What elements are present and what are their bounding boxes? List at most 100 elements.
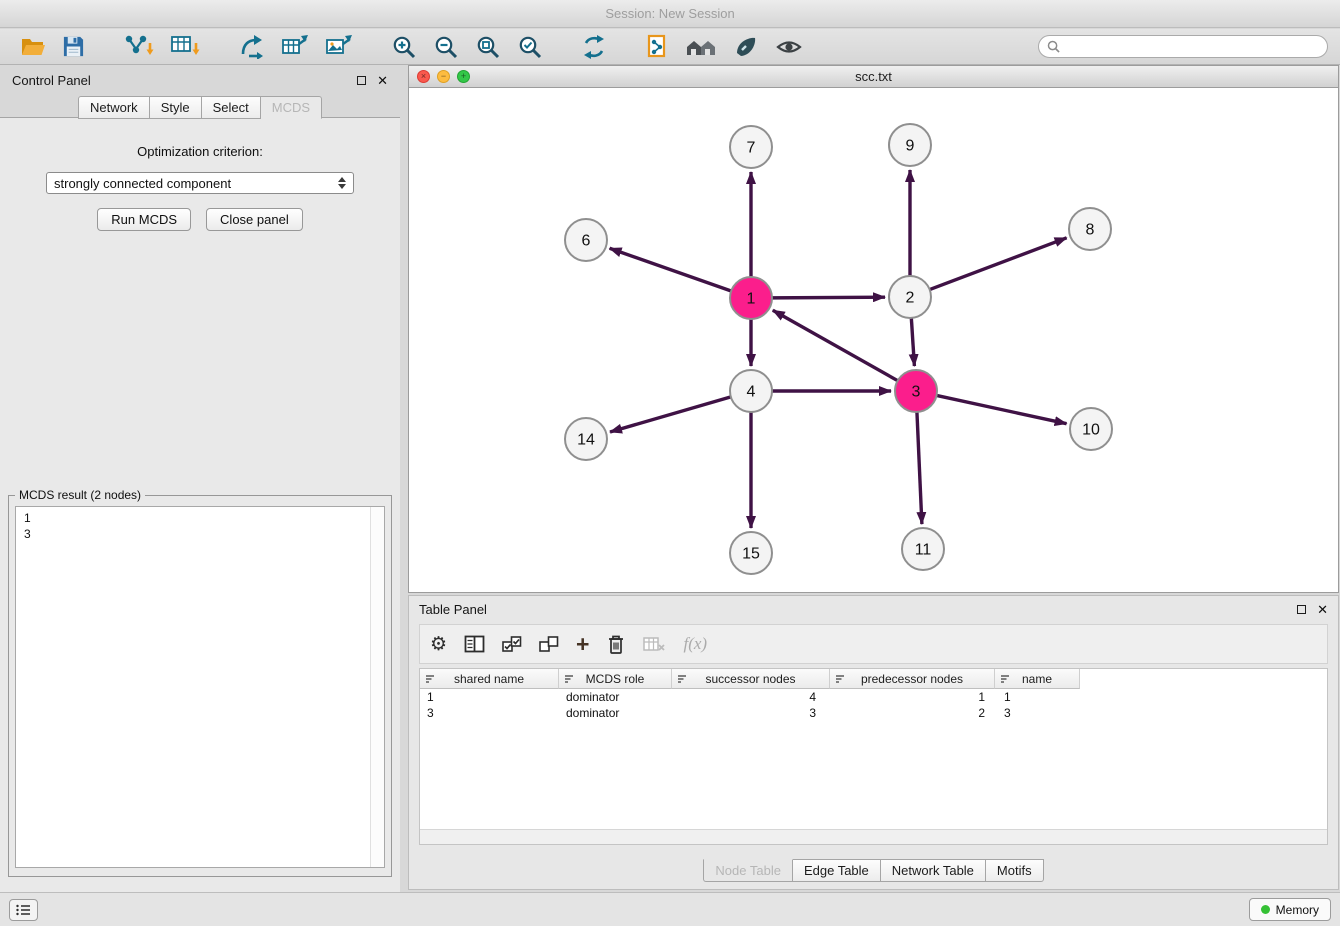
node-table: shared name MCDS role successor nodes pr… [419, 668, 1328, 845]
column-header-shared-name[interactable]: shared name [420, 669, 559, 689]
show-columns-button[interactable] [464, 635, 485, 653]
list-icon [16, 904, 31, 916]
tab-node-table[interactable]: Node Table [703, 859, 793, 882]
close-panel-icon[interactable]: ✕ [377, 74, 388, 87]
network-canvas[interactable]: 7 9 6 8 1 2 4 3 14 10 15 11 [409, 88, 1338, 592]
float-table-panel-icon[interactable] [1297, 605, 1306, 614]
tab-edge-table[interactable]: Edge Table [793, 859, 881, 882]
save-session-button[interactable] [58, 31, 89, 63]
graph-node-6[interactable]: 6 [565, 219, 607, 261]
create-column-button[interactable]: + [576, 633, 589, 656]
run-mcds-button[interactable]: Run MCDS [97, 208, 191, 231]
first-neighbors-button[interactable] [681, 31, 721, 63]
graph-node-11[interactable]: 11 [902, 528, 944, 570]
svg-text:14: 14 [577, 432, 595, 449]
graph-edge-3-10[interactable] [937, 395, 1067, 423]
trash-icon [606, 634, 626, 655]
zoom-out-button[interactable] [429, 31, 463, 63]
graph-node-10[interactable]: 10 [1070, 408, 1112, 450]
table-row[interactable]: 1 dominator 4 1 1 [420, 689, 1327, 705]
task-history-button[interactable] [9, 899, 38, 921]
window-title: Session: New Session [605, 6, 734, 21]
table-settings-button[interactable]: ⚙ [430, 635, 447, 654]
graph-node-14[interactable]: 14 [565, 418, 607, 460]
zoom-selected-button[interactable] [513, 31, 547, 63]
memory-button[interactable]: Memory [1249, 898, 1331, 921]
svg-text:4: 4 [747, 384, 756, 401]
control-panel-title: Control Panel [12, 73, 91, 88]
graph-edge-1-2[interactable] [772, 297, 885, 298]
graph-node-8[interactable]: 8 [1069, 208, 1111, 250]
mcds-result-text[interactable]: 1 3 [15, 506, 385, 868]
select-all-columns-button[interactable] [502, 636, 522, 653]
zoom-selected-icon [517, 34, 543, 60]
column-sort-icon [1000, 674, 1010, 684]
import-table-button[interactable] [166, 31, 205, 63]
dropdown-chevrons-icon [338, 177, 346, 189]
graph-node-9[interactable]: 9 [889, 124, 931, 166]
graph-edge-3-11[interactable] [917, 412, 922, 524]
close-panel-button[interactable]: Close panel [206, 208, 303, 231]
table-horizontal-scrollbar[interactable] [420, 829, 1327, 844]
graph-node-7[interactable]: 7 [730, 126, 772, 168]
result-scrollbar[interactable] [370, 507, 384, 867]
tab-style[interactable]: Style [150, 96, 202, 119]
column-sort-icon [425, 674, 435, 684]
column-header-successor-nodes[interactable]: successor nodes [672, 669, 830, 689]
open-folder-icon [20, 35, 46, 59]
graph-node-3[interactable]: 3 [895, 370, 937, 412]
table-toolbar: ⚙ + [419, 624, 1328, 664]
mcds-panel-content: Optimization criterion: strongly connect… [0, 117, 400, 892]
graph-edge-2-8[interactable] [930, 238, 1067, 290]
import-network-button[interactable] [119, 31, 158, 63]
column-header-predecessor-nodes[interactable]: predecessor nodes [830, 669, 995, 689]
tab-mcds[interactable]: MCDS [261, 96, 322, 119]
deselect-all-columns-button[interactable] [539, 636, 559, 653]
tab-network-table[interactable]: Network Table [881, 859, 986, 882]
function-builder-button[interactable]: f(x) [683, 634, 707, 654]
export-table-button[interactable] [277, 31, 313, 63]
window-zoom-button[interactable]: + [457, 70, 470, 83]
zoom-out-icon [433, 34, 459, 60]
graph-node-15[interactable]: 15 [730, 532, 772, 574]
tab-network[interactable]: Network [78, 96, 150, 119]
delete-table-button[interactable] [643, 636, 666, 652]
export-network-button[interactable] [235, 31, 269, 63]
column-header-name[interactable]: name [995, 669, 1080, 689]
tab-motifs[interactable]: Motifs [986, 859, 1044, 882]
graph-node-2[interactable]: 2 [889, 276, 931, 318]
graph-edge-4-14[interactable] [610, 397, 731, 432]
graph-edge-3-1[interactable] [773, 310, 898, 380]
column-header-mcds-role[interactable]: MCDS role [559, 669, 672, 689]
dropdown-selected-value: strongly connected component [54, 176, 231, 191]
apply-layout-button[interactable] [577, 31, 611, 63]
search-box[interactable] [1038, 35, 1328, 58]
graph-node-1[interactable]: 1 [730, 277, 772, 319]
graph-edge-2-3[interactable] [911, 318, 914, 366]
export-image-button[interactable] [321, 31, 357, 63]
optimization-criterion-label: Optimization criterion: [0, 144, 400, 159]
graph-node-4[interactable]: 4 [730, 370, 772, 412]
zoom-fit-button[interactable] [471, 31, 505, 63]
delete-table-icon [643, 636, 666, 652]
open-session-button[interactable] [16, 31, 50, 63]
graph-edge-1-6[interactable] [610, 248, 732, 291]
close-table-panel-icon[interactable]: ✕ [1317, 603, 1328, 616]
network-view-titlebar[interactable]: × − + scc.txt [409, 66, 1338, 88]
float-panel-icon[interactable] [357, 76, 366, 85]
zoom-in-button[interactable] [387, 31, 421, 63]
copy-network-button[interactable] [641, 31, 673, 63]
table-row[interactable]: 3 dominator 3 2 3 [420, 705, 1327, 721]
style-paint-button[interactable] [729, 31, 763, 63]
table-panel: Table Panel ✕ ⚙ [408, 595, 1339, 890]
tab-select[interactable]: Select [202, 96, 261, 119]
select-all-icon [502, 636, 522, 653]
optimization-criterion-select[interactable]: strongly connected component [46, 172, 354, 194]
copy-network-icon [645, 34, 669, 60]
window-minimize-button[interactable]: − [437, 70, 450, 83]
network-view-window: × − + scc.txt 7 9 6 8 1 2 4 3 14 10 15 11 [408, 65, 1339, 593]
window-close-button[interactable]: × [417, 70, 430, 83]
search-input[interactable] [1065, 38, 1319, 55]
delete-column-button[interactable] [606, 634, 626, 655]
graphics-details-button[interactable] [771, 31, 807, 63]
